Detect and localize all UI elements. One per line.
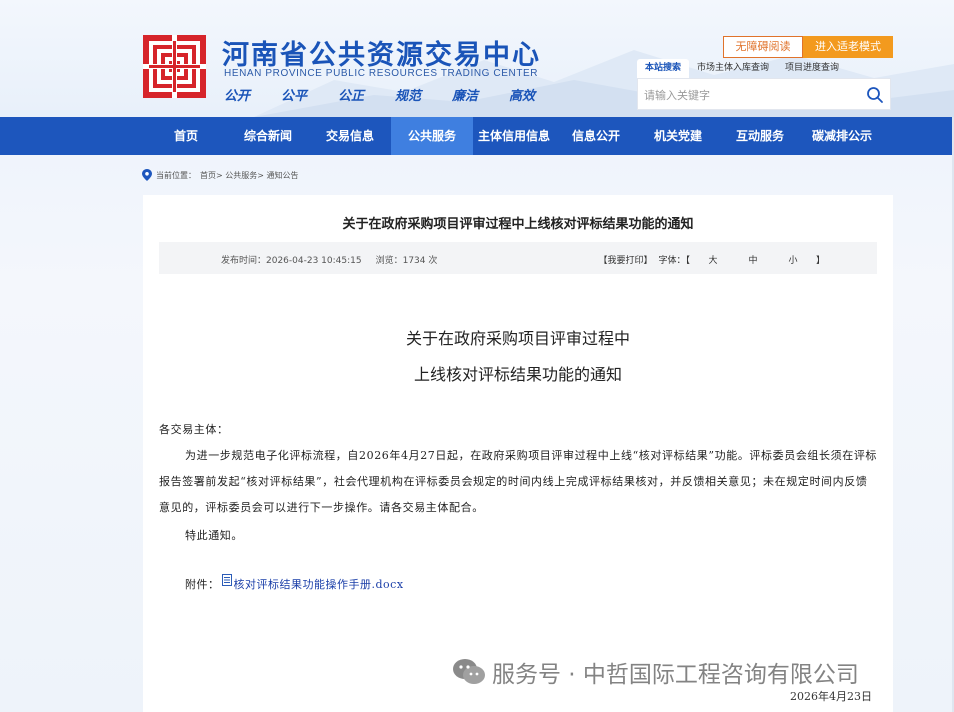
search-icon[interactable]: [866, 86, 884, 104]
closing-text: 特此通知。: [185, 529, 243, 542]
document-date: 2026年4月23日: [790, 690, 872, 703]
document-icon: [221, 574, 232, 586]
body-paragraph: 为进一步规范电子化评标流程，自2026年4月27日起，在政府采购项目评审过程中上…: [159, 449, 878, 514]
tab-project-progress-query[interactable]: 项目进度查询: [777, 59, 847, 78]
nav-item-party-building[interactable]: 机关党建: [637, 117, 719, 155]
tab-market-subject-query[interactable]: 市场主体入库查询: [689, 59, 777, 78]
font-size-close-bracket: 】: [815, 256, 825, 266]
article-meta-bar: 发布时间：2026-04-23 10:45:15 浏览：1734 次 【我要打印…: [159, 242, 877, 274]
site-title: 河南省公共资源交易中心: [222, 40, 541, 71]
search-box: [637, 78, 891, 110]
logo-icon: [143, 35, 206, 98]
publish-time: 发布时间：2026-04-23 10:45:15: [221, 256, 362, 266]
breadcrumb-path[interactable]: 首页> 公共服务> 通知公告: [200, 170, 299, 181]
document-title-line2: 上线核对评标结果功能的通知: [413, 365, 622, 384]
salutation: 各交易主体：: [159, 423, 229, 436]
nav-item-credit-info[interactable]: 主体信用信息: [473, 117, 555, 155]
watermark-text: 服务号 · 中哲国际工程咨询有限公司: [492, 662, 859, 688]
nav-item-info-disclosure[interactable]: 信息公开: [555, 117, 637, 155]
font-size-medium-button[interactable]: 中: [736, 253, 770, 266]
motto-item: 规范: [395, 89, 422, 104]
nav-item-interactive-service[interactable]: 互动服务: [719, 117, 801, 155]
motto-item: 高效: [509, 89, 536, 104]
view-count: 浏览：1734 次: [375, 256, 438, 266]
nav-item-public-service[interactable]: 公共服务: [391, 117, 473, 155]
search-tabs: 本站搜索 市场主体入库查询 项目进度查询: [637, 59, 847, 78]
wechat-icon: [453, 659, 485, 684]
attachment-link[interactable]: 核对评标结果功能操作手册.docx: [234, 576, 404, 592]
accessible-reading-button[interactable]: 无障碍阅读: [723, 36, 803, 58]
motto-item: 公开: [224, 89, 251, 104]
article-title: 关于在政府采购项目评审过程中上线核对评标结果功能的通知: [342, 217, 694, 232]
motto-item: 公正: [338, 89, 365, 104]
article-panel: 关于在政府采购项目评审过程中上线核对评标结果功能的通知 发布时间：2026-04…: [143, 195, 893, 712]
attachment-label: 附件：: [185, 578, 220, 591]
search-input[interactable]: [644, 85, 859, 105]
tab-site-search[interactable]: 本站搜索: [637, 59, 690, 78]
location-pin-icon: [142, 169, 152, 181]
elder-mode-button[interactable]: 进入适老模式: [803, 36, 893, 58]
nav-item-trading-info[interactable]: 交易信息: [309, 117, 391, 155]
font-size-large-button[interactable]: 大: [696, 253, 730, 266]
attachment: 附件： 核对评标结果功能操作手册.docx: [185, 574, 404, 592]
site-header: 河南省公共资源交易中心 HENAN PROVINCE PUBLIC RESOUR…: [0, 0, 954, 117]
site-subtitle: HENAN PROVINCE PUBLIC RESOURCES TRADING …: [224, 68, 539, 79]
document-title-line1: 关于在政府采购项目评审过程中: [405, 329, 630, 348]
motto-item: 廉洁: [452, 89, 479, 104]
font-size-small-button[interactable]: 小: [776, 253, 810, 266]
nav-item-news[interactable]: 综合新闻: [227, 117, 309, 155]
breadcrumb: 当前位置： 首页> 公共服务> 通知公告: [142, 169, 299, 181]
nav-item-carbon-reduction[interactable]: 碳减排公示: [801, 117, 883, 155]
motto-item: 公平: [281, 89, 308, 104]
nav-item-home[interactable]: 首页: [145, 117, 227, 155]
breadcrumb-label: 当前位置：: [156, 170, 196, 180]
font-size-label: 字体：【: [658, 256, 690, 266]
print-button[interactable]: 【我要打印】: [598, 253, 652, 266]
main-nav: 首页 综合新闻 交易信息 公共服务 主体信用信息 信息公开 机关党建 互动服务 …: [0, 117, 954, 155]
motto-list: 公开 公平 公正 规范 廉洁 高效: [224, 85, 566, 104]
watermark: 服务号 · 中哲国际工程咨询有限公司: [452, 655, 859, 689]
